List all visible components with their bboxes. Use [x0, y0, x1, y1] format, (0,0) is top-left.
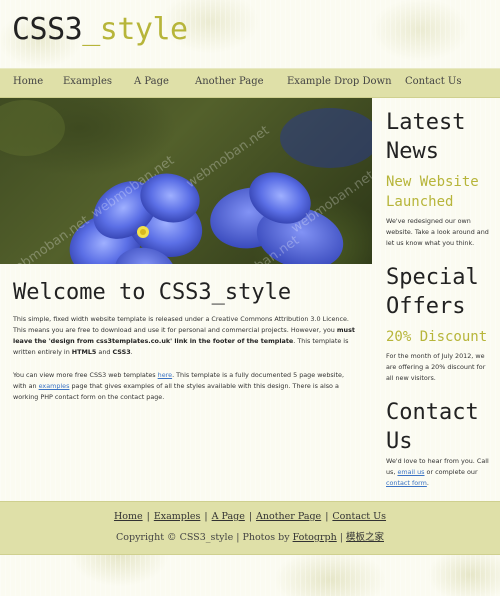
menu-contact-us[interactable]: Contact Us — [405, 76, 461, 87]
contact-heading: Contact Us — [386, 400, 479, 454]
here-link[interactable]: here — [158, 371, 172, 379]
cn-template-link[interactable]: 模板之家 — [346, 532, 384, 543]
footer-link-a-page[interactable]: A Page — [212, 511, 245, 522]
footer-copyright: Copyright © CSS3_style | Photos by Fotog… — [116, 532, 384, 543]
footer-link-examples[interactable]: Examples — [154, 511, 201, 522]
menu-examples[interactable]: Examples — [63, 76, 112, 87]
page-title: Welcome to CSS3_style — [13, 280, 292, 305]
special-offers-heading: Special Offers — [386, 265, 479, 319]
special-offers-subheading: 20% Discount — [386, 329, 488, 345]
contact-form-link[interactable]: contact form — [386, 479, 427, 487]
examples-link[interactable]: examples — [39, 382, 70, 390]
sidebar: Latest News New Website Launched We've r… — [386, 108, 490, 503]
footer-link-home[interactable]: Home — [114, 511, 143, 522]
latest-news-text: We've redesigned our own website. Take a… — [386, 217, 489, 247]
flower-photo: webmoban.net webmoban.net webmoban.net w… — [0, 100, 372, 264]
photos-link[interactable]: Fotogrph — [293, 532, 337, 543]
menu-another-page[interactable]: Another Page — [195, 76, 264, 87]
main-content: Welcome to CSS3_style This simple, fixed… — [13, 280, 359, 415]
footer-links: Home | Examples | A Page | Another Page | Contac… — [113, 511, 387, 522]
latest-news-heading: Latest News — [386, 110, 466, 164]
footer-link-another-page[interactable]: Another Page — [256, 511, 321, 522]
logo-part2: _style — [82, 12, 188, 47]
menu-example-dropdown[interactable]: Example Drop Down — [287, 76, 392, 87]
intro-paragraph: This simple, fixed width website templat… — [13, 315, 355, 356]
special-offers-text: For the month of July 2012, we are offer… — [386, 352, 486, 382]
contact-text: We'd love to hear from you. Call us, ema… — [386, 457, 489, 487]
email-link[interactable]: email us — [397, 468, 424, 476]
menu-a-page[interactable]: A Page — [134, 76, 169, 87]
templates-paragraph: You can view more free CSS3 web template… — [13, 371, 344, 401]
menu-home[interactable]: Home — [13, 76, 43, 87]
latest-news-subheading: New Website Launched — [386, 174, 479, 210]
site-logo[interactable]: CSS3_style — [12, 10, 188, 50]
footer-link-contact-us[interactable]: Contact Us — [332, 511, 386, 522]
logo-part1: CSS3 — [12, 12, 83, 47]
main-menu: Home Examples A Page Another Page Exampl… — [0, 68, 500, 98]
hero-image: webmoban.net webmoban.net webmoban.net w… — [0, 98, 372, 264]
footer: Home | Examples | A Page | Another Page | Contac… — [0, 501, 500, 555]
